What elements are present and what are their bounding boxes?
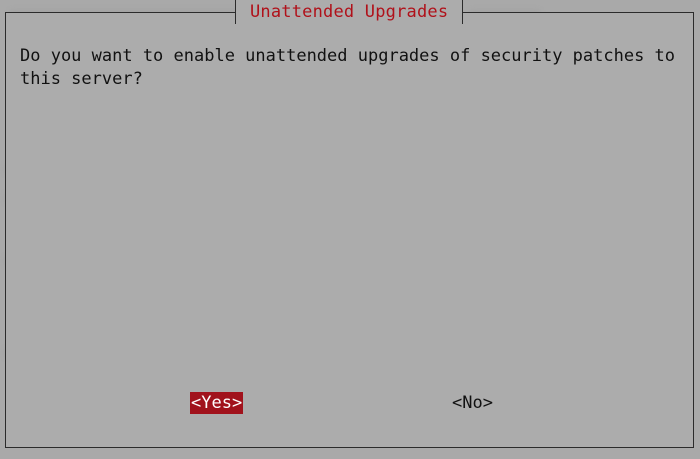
dialog-title: Unattended Upgrades (235, 0, 464, 24)
dialog-prompt: Do you want to enable unattended upgrade… (20, 46, 676, 89)
no-button[interactable]: <No> (451, 392, 494, 414)
dialog-title-text: Unattended Upgrades (250, 2, 449, 22)
yes-button[interactable]: <Yes> (190, 392, 244, 414)
